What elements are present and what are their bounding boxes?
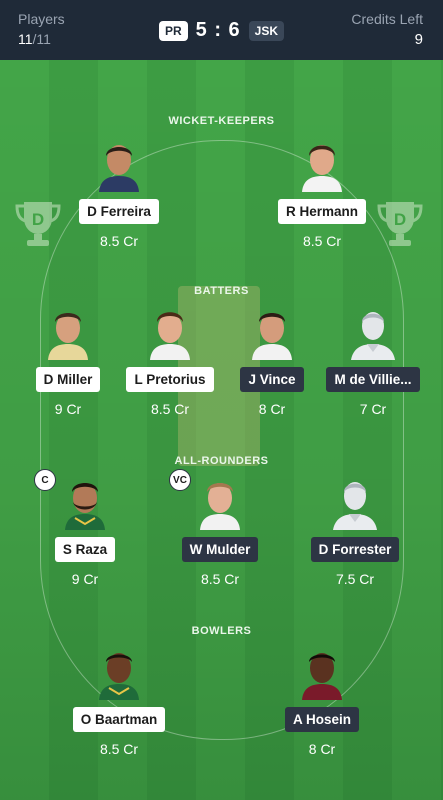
player-credits: 7 Cr xyxy=(359,401,387,417)
player-avatar xyxy=(302,653,342,700)
player-avatar xyxy=(48,313,88,360)
captain-badge: C xyxy=(34,469,56,491)
player-credits: 8.5 Cr xyxy=(99,741,139,757)
player-avatar xyxy=(99,653,139,700)
section-title-batters: BATTERS xyxy=(194,285,249,297)
player-card-wk[interactable]: D Ferreira 8.5 Cr xyxy=(59,136,179,249)
player-credits: 8.5 Cr xyxy=(99,233,139,249)
trophy-icon: D xyxy=(15,202,61,246)
trophy-icon: D xyxy=(377,202,423,246)
vice-captain-badge: VC xyxy=(169,469,191,491)
player-name: R Hermann xyxy=(277,199,366,224)
player-name: A Hosein xyxy=(284,707,359,732)
player-card-bowler[interactable]: O Baartman 8.5 Cr xyxy=(59,644,179,757)
player-name: W Mulder xyxy=(181,537,259,562)
section-title-wicket-keepers: WICKET-KEEPERS xyxy=(168,115,275,127)
player-avatar xyxy=(252,313,292,360)
player-avatar xyxy=(200,483,240,530)
player-name: O Baartman xyxy=(72,707,166,732)
player-name: D Ferreira xyxy=(79,199,159,224)
player-name: S Raza xyxy=(54,537,116,562)
player-credits: 8.5 Cr xyxy=(200,571,240,587)
player-avatar-placeholder xyxy=(333,482,377,530)
player-credits: 8 Cr xyxy=(308,741,336,757)
team-header: Players 11/11 PR 5 : 6 JSK Credits Left … xyxy=(0,0,443,60)
team-split-score: 5 : 6 xyxy=(195,19,241,41)
player-credits: 8.5 Cr xyxy=(302,233,342,249)
team-right-chip: JSK xyxy=(248,20,285,41)
player-avatar-placeholder xyxy=(351,312,395,360)
player-avatar xyxy=(302,145,342,192)
cricket-field: D D WICKET-KEEPERS BATTERS ALL-ROUNDERS … xyxy=(0,60,443,800)
player-name: D Miller xyxy=(35,367,101,392)
player-credits: 7.5 Cr xyxy=(335,571,375,587)
player-card-wk[interactable]: R Hermann 8.5 Cr xyxy=(262,136,382,249)
player-card-batter[interactable]: M de Villie... 7 Cr xyxy=(313,304,433,417)
svg-text:D: D xyxy=(32,210,44,229)
player-name: M de Villie... xyxy=(326,367,420,392)
player-name: D Forrester xyxy=(310,537,400,562)
player-avatar xyxy=(99,145,139,192)
credits-left: Credits Left 9 xyxy=(351,11,423,48)
player-credits: 9 Cr xyxy=(71,571,99,587)
svg-text:D: D xyxy=(394,210,406,229)
section-title-all-rounders: ALL-ROUNDERS xyxy=(174,455,269,467)
team-left-chip: PR xyxy=(158,20,188,41)
section-title-bowlers: BOWLERS xyxy=(191,625,252,637)
player-name: L Pretorius xyxy=(126,367,214,392)
player-name: J Vince xyxy=(240,367,304,392)
player-avatar xyxy=(150,312,190,360)
player-card-all-rounder[interactable]: D Forrester 7.5 Cr xyxy=(295,474,415,587)
credits-value: 9 xyxy=(414,31,423,48)
credits-label: Credits Left xyxy=(351,11,423,27)
player-card-bowler[interactable]: A Hosein 8 Cr xyxy=(262,644,382,757)
player-avatar xyxy=(65,483,105,530)
